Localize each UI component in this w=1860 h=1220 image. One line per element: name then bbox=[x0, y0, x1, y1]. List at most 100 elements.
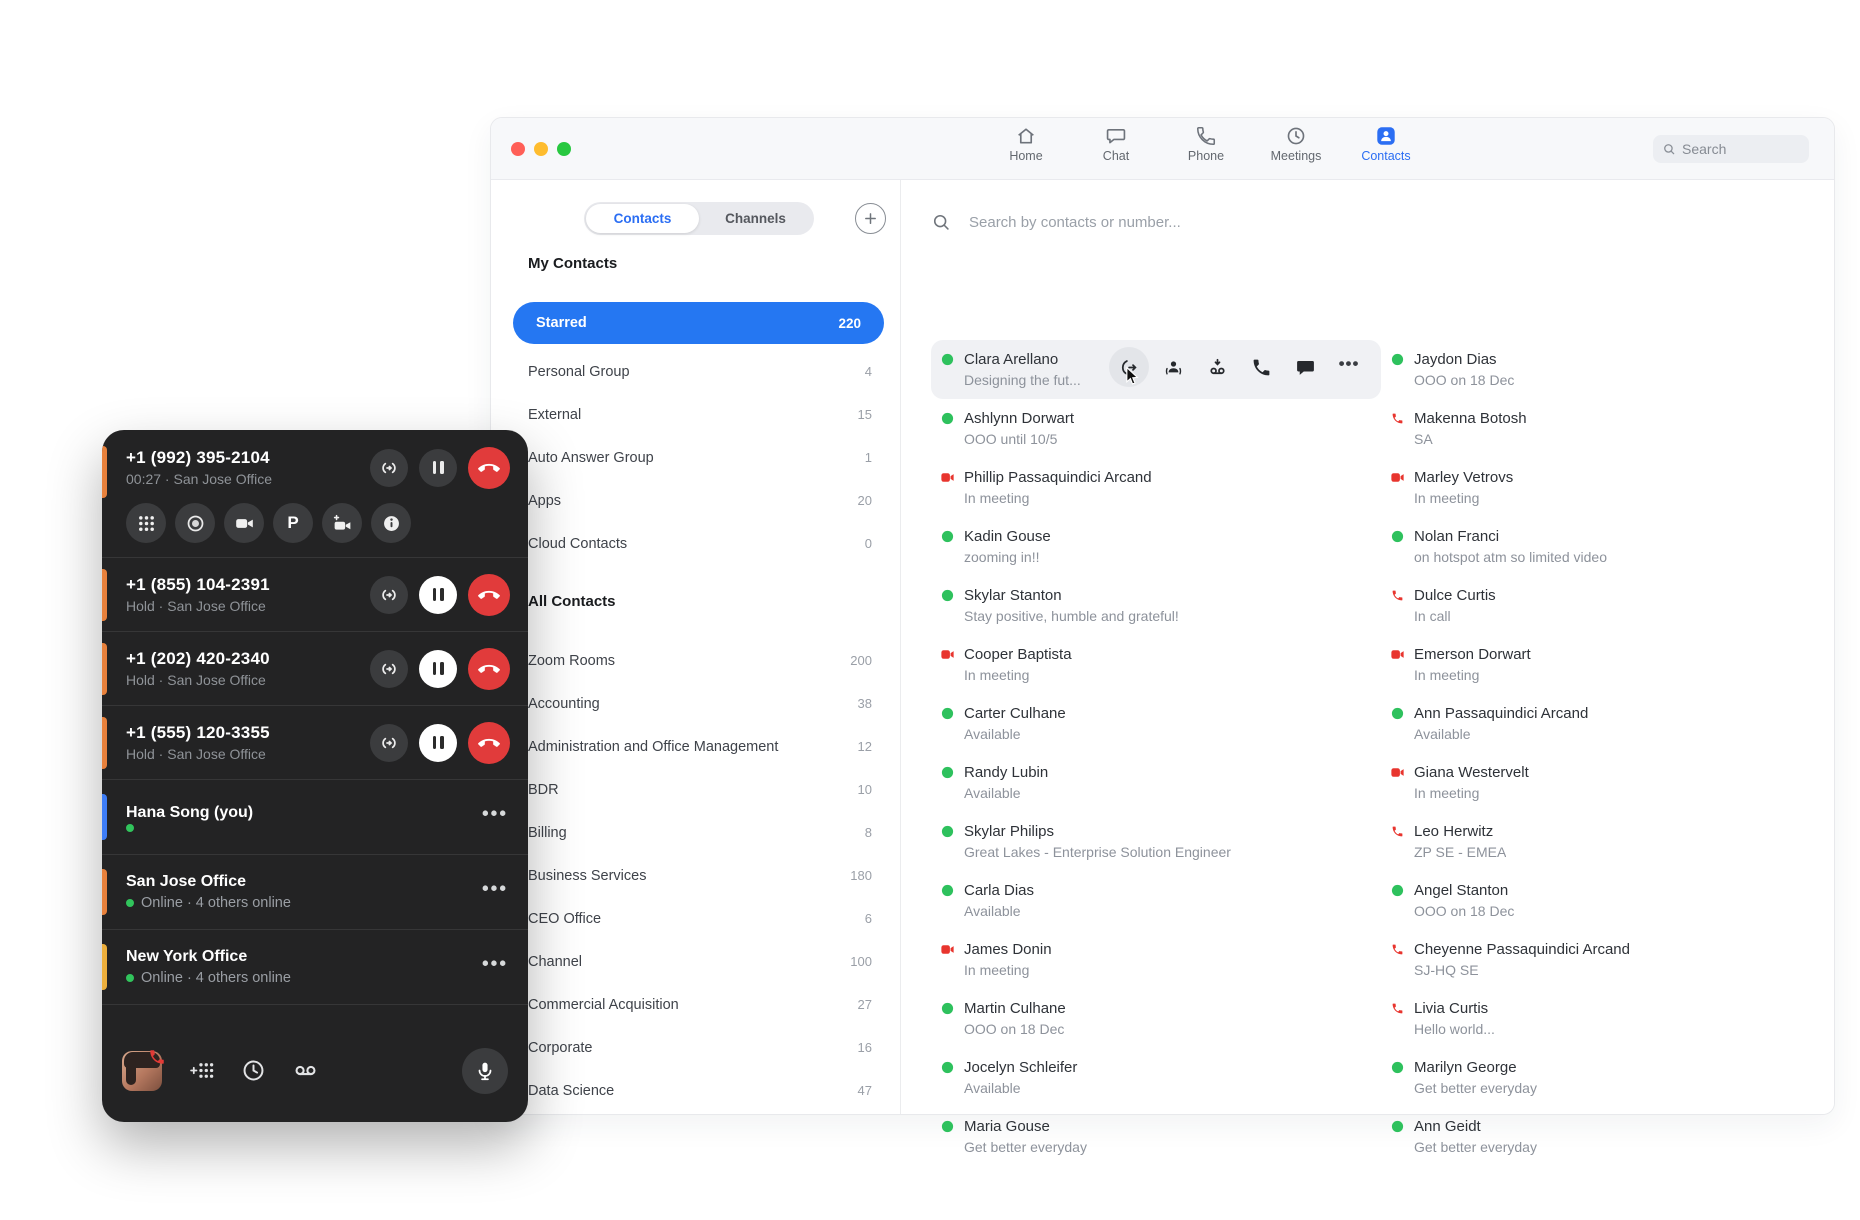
contact-row[interactable]: Maria Gouse Get better everyday bbox=[931, 1107, 1381, 1166]
sidebar-group-item[interactable]: External 15 bbox=[513, 393, 884, 436]
contact-row[interactable]: Cheyenne Passaquindici Arcand SJ-HQ SE bbox=[1381, 930, 1824, 989]
contact-texts: Martin Culhane OOO on 18 Dec bbox=[964, 998, 1066, 1039]
contact-row[interactable]: Livia Curtis Hello world... bbox=[1381, 989, 1824, 1048]
contact-row[interactable]: James Donin In meeting bbox=[931, 930, 1381, 989]
contact-row[interactable]: Clara Arellano Designing the fut... bbox=[931, 340, 1381, 399]
call-button[interactable] bbox=[1241, 347, 1281, 387]
transfer-call-button[interactable] bbox=[1109, 347, 1149, 387]
meet-button[interactable] bbox=[1153, 347, 1193, 387]
contact-row[interactable]: Jaydon Dias OOO on 18 Dec bbox=[1381, 340, 1824, 399]
contact-row[interactable]: Skylar Stanton Stay positive, humble and… bbox=[931, 576, 1381, 635]
keypad-button[interactable] bbox=[126, 503, 166, 543]
line-online-status bbox=[126, 824, 510, 832]
hold-button[interactable] bbox=[419, 576, 457, 614]
sidebar-group-item[interactable]: Data Science 47 bbox=[513, 1069, 884, 1112]
video-button[interactable] bbox=[224, 503, 264, 543]
phone-line-row[interactable]: San Jose Office Online · 4 others online… bbox=[102, 855, 528, 930]
info-button[interactable] bbox=[371, 503, 411, 543]
sidebar-group-item[interactable]: Personal Group 4 bbox=[513, 350, 884, 393]
contact-row[interactable]: Giana Westervelt In meeting bbox=[1381, 753, 1824, 812]
contact-row[interactable]: Martin Culhane OOO on 18 Dec bbox=[931, 989, 1381, 1048]
contact-row[interactable]: Ashlynn Dorwart OOO until 10/5 bbox=[931, 399, 1381, 458]
line-more-button[interactable]: ••• bbox=[482, 953, 508, 975]
end-call-button[interactable] bbox=[468, 722, 510, 764]
phone-line-row[interactable]: New York Office Online · 4 others online… bbox=[102, 930, 528, 1005]
call-row[interactable]: +1 (992) 395-2104 00:27 · San Jose Offic… bbox=[102, 430, 528, 558]
line-more-button[interactable]: ••• bbox=[482, 803, 508, 825]
contact-row[interactable]: Jocelyn Schleifer Available bbox=[931, 1048, 1381, 1107]
tab-phone[interactable]: Phone bbox=[1161, 125, 1251, 163]
sidebar-group-item[interactable]: Cloud Contacts 0 bbox=[513, 522, 884, 565]
chat-button[interactable] bbox=[1285, 347, 1325, 387]
sidebar-group-item[interactable]: Administration and Office Management 12 bbox=[513, 725, 884, 768]
avatar[interactable] bbox=[122, 1051, 162, 1091]
tab-contacts-segment[interactable]: Contacts bbox=[586, 204, 699, 233]
contact-row[interactable]: Randy Lubin Available bbox=[931, 753, 1381, 812]
sidebar-group-item[interactable]: CEO Office 6 bbox=[513, 897, 884, 940]
tab-contacts[interactable]: Contacts bbox=[1341, 125, 1431, 163]
contact-row[interactable]: Kadin Gouse zooming in!! bbox=[931, 517, 1381, 576]
history-button[interactable] bbox=[241, 1058, 266, 1083]
sidebar-group-item[interactable]: Billing 8 bbox=[513, 811, 884, 854]
sidebar-group-item[interactable]: Commercial Acquisition 27 bbox=[513, 983, 884, 1026]
hold-button[interactable] bbox=[419, 650, 457, 688]
add-video-button[interactable] bbox=[322, 503, 362, 543]
sidebar-group-item[interactable]: Accounting 38 bbox=[513, 682, 884, 725]
sidebar-group-item[interactable]: Apps 20 bbox=[513, 479, 884, 522]
sidebar-group-item[interactable]: Zoom Rooms 200 bbox=[513, 639, 884, 682]
park-button[interactable]: P bbox=[273, 503, 313, 543]
mic-button[interactable] bbox=[462, 1048, 508, 1094]
minimize-window-button[interactable] bbox=[534, 142, 548, 156]
contact-row[interactable]: Ann Passaquindici Arcand Available bbox=[1381, 694, 1824, 753]
hold-button[interactable] bbox=[419, 724, 457, 762]
tab-chat[interactable]: Chat bbox=[1071, 125, 1161, 163]
phone-line-row[interactable]: Hana Song (you) ••• bbox=[102, 780, 528, 855]
end-call-button[interactable] bbox=[468, 447, 510, 489]
transfer-to-voicemail-button[interactable] bbox=[1197, 347, 1237, 387]
sidebar-group-item[interactable]: Corporate 16 bbox=[513, 1026, 884, 1069]
contacts-search-input[interactable] bbox=[969, 214, 1389, 231]
line-more-button[interactable]: ••• bbox=[482, 878, 508, 900]
dialpad-add-button[interactable] bbox=[189, 1058, 214, 1083]
contact-texts: Maria Gouse Get better everyday bbox=[964, 1116, 1087, 1157]
call-row[interactable]: +1 (555) 120-3355 Hold · San Jose Office bbox=[102, 706, 528, 780]
tab-channels-segment[interactable]: Channels bbox=[699, 204, 812, 233]
contact-row[interactable]: Leo Herwitz ZP SE - EMEA bbox=[1381, 812, 1824, 871]
contact-row[interactable]: Carter Culhane Available bbox=[931, 694, 1381, 753]
more-actions-button[interactable]: ••• bbox=[1329, 347, 1369, 387]
call-row[interactable]: +1 (855) 104-2391 Hold · San Jose Office bbox=[102, 558, 528, 632]
sidebar-group-item[interactable]: Starred 220 bbox=[513, 302, 884, 344]
tab-home[interactable]: Home bbox=[981, 125, 1071, 163]
transfer-call-button[interactable] bbox=[370, 576, 408, 614]
tab-meetings[interactable]: Meetings bbox=[1251, 125, 1341, 163]
contact-row[interactable]: Marley Vetrovs In meeting bbox=[1381, 458, 1824, 517]
contact-row[interactable]: Makenna Botosh SA bbox=[1381, 399, 1824, 458]
sidebar-group-item[interactable]: BDR 10 bbox=[513, 768, 884, 811]
close-window-button[interactable] bbox=[511, 142, 525, 156]
transfer-call-button[interactable] bbox=[370, 724, 408, 762]
end-call-button[interactable] bbox=[468, 574, 510, 616]
transfer-call-button[interactable] bbox=[370, 449, 408, 487]
contact-row[interactable]: Phillip Passaquindici Arcand In meeting bbox=[931, 458, 1381, 517]
voicemail-button[interactable] bbox=[293, 1058, 318, 1083]
contact-row[interactable]: Emerson Dorwart In meeting bbox=[1381, 635, 1824, 694]
contact-row[interactable]: Ann Geidt Get better everyday bbox=[1381, 1107, 1824, 1166]
zoom-window-button[interactable] bbox=[557, 142, 571, 156]
add-contact-button[interactable] bbox=[855, 203, 886, 234]
hold-button[interactable] bbox=[419, 449, 457, 487]
contact-row[interactable]: Cooper Baptista In meeting bbox=[931, 635, 1381, 694]
sidebar-group-item[interactable]: Auto Answer Group 1 bbox=[513, 436, 884, 479]
transfer-call-button[interactable] bbox=[370, 650, 408, 688]
contact-row[interactable]: Nolan Franci on hotspot atm so limited v… bbox=[1381, 517, 1824, 576]
contact-row[interactable]: Dulce Curtis In call bbox=[1381, 576, 1824, 635]
contact-row[interactable]: Skylar Philips Great Lakes - Enterprise … bbox=[931, 812, 1381, 871]
contact-row[interactable]: Marilyn George Get better everyday bbox=[1381, 1048, 1824, 1107]
call-row[interactable]: +1 (202) 420-2340 Hold · San Jose Office bbox=[102, 632, 528, 706]
end-call-button[interactable] bbox=[468, 648, 510, 690]
contact-row[interactable]: Angel Stanton OOO on 18 Dec bbox=[1381, 871, 1824, 930]
sidebar-group-item[interactable]: Business Services 180 bbox=[513, 854, 884, 897]
record-button[interactable] bbox=[175, 503, 215, 543]
global-search[interactable]: Search bbox=[1653, 135, 1809, 163]
contact-row[interactable]: Carla Dias Available bbox=[931, 871, 1381, 930]
sidebar-group-item[interactable]: Channel 100 bbox=[513, 940, 884, 983]
